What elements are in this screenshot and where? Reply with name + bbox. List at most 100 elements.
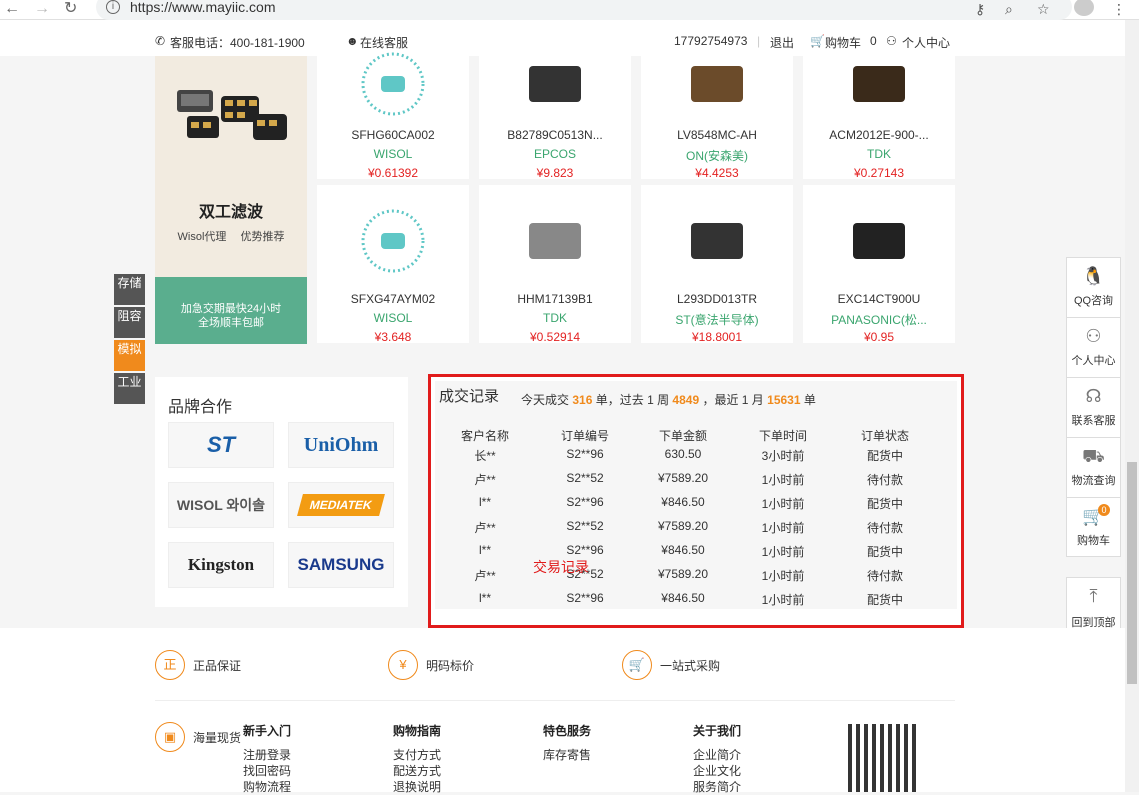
product-model: SFHG60CA002 bbox=[351, 128, 435, 142]
footer-column-title: 关于我们 bbox=[693, 724, 742, 738]
headset-icon: ☊ bbox=[1085, 386, 1102, 406]
promo-banner[interactable]: 加急交期最快24小时 全场顺丰包邮 bbox=[155, 277, 307, 344]
product-card[interactable]: ACM2012E-900-... TDK ¥0.27143 bbox=[803, 56, 955, 180]
deal-stats: 今天成交 316 单，过去 1 周 4849 ，最近 1 月 15631 单 bbox=[521, 391, 816, 408]
product-brand: TDK bbox=[867, 147, 891, 161]
float-qq-button[interactable]: 🐧 QQ咨询 bbox=[1066, 257, 1121, 317]
column-header: 订单编号 bbox=[560, 429, 609, 443]
column-header: 客户名称 bbox=[460, 429, 509, 443]
product-model: SFXG47AYM02 bbox=[350, 292, 436, 306]
brand-logo-text: Kingston bbox=[187, 555, 255, 574]
cart-link[interactable]: 购物车 bbox=[825, 34, 861, 51]
menu-icon[interactable]: ⋮ bbox=[1112, 0, 1126, 18]
product-card[interactable]: HHM17139B1 TDK ¥0.52914 bbox=[479, 185, 631, 344]
float-user-button[interactable]: ⚇ 个人中心 bbox=[1066, 317, 1121, 377]
deal-cell: 长** bbox=[474, 449, 496, 463]
footer-link[interactable]: 企业简介 bbox=[693, 747, 741, 763]
product-model: B82789C0513N... bbox=[507, 128, 603, 142]
product-card[interactable]: B82789C0513N... EPCOS ¥9.823 bbox=[479, 56, 631, 180]
profile-avatar[interactable] bbox=[1074, 0, 1094, 16]
stat-label: 单，过去 1 周 bbox=[595, 393, 670, 407]
brand-logo-kingston[interactable]: Kingston bbox=[168, 542, 274, 588]
side-tab-passive[interactable]: 阻容 bbox=[114, 307, 145, 338]
side-tab-analog[interactable]: 模拟 bbox=[114, 340, 145, 371]
forward-icon[interactable]: → bbox=[34, 0, 50, 18]
deal-row: 长** S2**96 630.50 3小时前 配货中 bbox=[435, 447, 957, 467]
brand-logo-mediatek[interactable]: MEDIATEK bbox=[288, 482, 394, 528]
footer-link[interactable]: 支付方式 bbox=[393, 747, 441, 763]
product-brand: EPCOS bbox=[533, 147, 576, 161]
deal-row: 卢** S2**52 ¥7589.20 1小时前 待付款 bbox=[435, 567, 957, 587]
info-icon[interactable]: i bbox=[106, 0, 120, 14]
product-card[interactable]: L293DD013TR ST(意法半导体) ¥18.8001 bbox=[641, 185, 793, 344]
deal-cell: l** bbox=[478, 543, 491, 557]
product-card[interactable]: SFXG47AYM02 WISOL ¥3.648 bbox=[317, 185, 469, 344]
product-image bbox=[361, 52, 425, 116]
product-price: ¥0.52914 bbox=[529, 330, 581, 344]
deal-cell: S2**96 bbox=[566, 495, 604, 509]
guarantee-onestop: 🛒 一站式采购 bbox=[622, 650, 720, 680]
product-card[interactable]: EXC14CT900U PANASONIC(松... ¥0.95 bbox=[803, 185, 955, 344]
key-icon[interactable]: ⚷ bbox=[975, 0, 985, 18]
cart-badge: 0 bbox=[1098, 504, 1110, 516]
back-icon[interactable]: ← bbox=[4, 0, 20, 18]
brand-partners-title: 品牌合作 bbox=[168, 399, 233, 416]
address-bar[interactable]: i https://www.mayiic.com bbox=[96, 0, 1072, 20]
page-scrollbar[interactable] bbox=[1125, 20, 1139, 792]
brand-logo-samsung[interactable]: SAMSUNG bbox=[288, 542, 394, 588]
product-card[interactable]: LV8548MC-AH ON(安森美) ¥4.4253 bbox=[641, 56, 793, 180]
footer-column: 特色服务 库存寄售 bbox=[543, 723, 591, 763]
online-service-link[interactable]: 在线客服 bbox=[360, 34, 408, 51]
phone-icon: ✆ bbox=[155, 34, 166, 48]
footer-column-title: 新手入门 bbox=[243, 724, 292, 738]
guarantee-label: 海量现货 bbox=[193, 730, 242, 745]
brand-logo-text: MEDIATEK bbox=[297, 494, 385, 516]
browser-toolbar: ← → ↻ i https://www.mayiic.com ⚷ ⌕ ☆ ⋮ bbox=[0, 0, 1139, 20]
promo-line: 加急交期最快24小时 bbox=[180, 303, 282, 315]
footer-link[interactable]: 退换说明 bbox=[393, 779, 441, 795]
footer-link[interactable]: 注册登录 bbox=[243, 747, 291, 763]
stat-label: ，最近 1 月 bbox=[702, 393, 764, 407]
side-tab-storage[interactable]: 存储 bbox=[114, 274, 145, 305]
user-center-link[interactable]: 个人中心 bbox=[902, 34, 950, 51]
deal-cell: l** bbox=[478, 495, 491, 509]
box-icon: ▣ bbox=[155, 722, 185, 752]
divider: | bbox=[757, 34, 761, 48]
truck-icon: ⛟ bbox=[1082, 446, 1105, 466]
product-price: ¥0.95 bbox=[863, 330, 895, 344]
footer-link[interactable]: 库存寄售 bbox=[543, 747, 591, 763]
deal-cell: ¥846.50 bbox=[661, 495, 705, 509]
footer-link[interactable]: 服务简介 bbox=[693, 779, 741, 795]
side-tab-industrial[interactable]: 工业 bbox=[114, 373, 145, 404]
deal-cell: 待付款 bbox=[866, 521, 903, 535]
brand-logo-uniohm[interactable]: UniOhm bbox=[288, 422, 394, 468]
footer-link[interactable]: 购物流程 bbox=[243, 779, 291, 795]
week-count: 4849 bbox=[672, 393, 700, 407]
scrollbar-thumb[interactable] bbox=[1127, 462, 1137, 684]
reload-icon[interactable]: ↻ bbox=[64, 0, 77, 18]
footer-link[interactable]: 找回密码 bbox=[243, 763, 291, 779]
zoom-icon[interactable]: ⌕ bbox=[1005, 0, 1013, 18]
deal-table-header: 客户名称 订单编号 下单金额 下单时间 订单状态 bbox=[435, 427, 957, 447]
chat-icon: ☻ bbox=[346, 34, 359, 48]
float-label: 联系客服 bbox=[1071, 415, 1116, 427]
footer-link[interactable]: 企业文化 bbox=[693, 763, 741, 779]
stat-label: 单 bbox=[803, 393, 816, 407]
float-cart-button[interactable]: 🛒 购物车 0 bbox=[1066, 497, 1121, 557]
star-icon[interactable]: ☆ bbox=[1037, 0, 1050, 18]
duplexer-banner[interactable]: 双工滤波 Wisol代理 优势推荐 加急交期最快24小时 全场顺丰包邮 bbox=[155, 56, 307, 344]
float-truck-button[interactable]: ⛟ 物流查询 bbox=[1066, 437, 1121, 497]
brand-logo-wisol[interactable]: WISOL 와이솔 bbox=[168, 482, 274, 528]
logout-link[interactable]: 退出 bbox=[770, 34, 794, 51]
category-side-tabs: 存储 阻容 模拟 工业 bbox=[114, 274, 145, 406]
product-card[interactable]: SFHG60CA002 WISOL ¥0.61392 bbox=[317, 52, 469, 180]
deal-records-title: 成交记录 bbox=[439, 388, 500, 405]
brand-logo-st[interactable]: ST bbox=[168, 422, 274, 468]
account-name[interactable]: 17792754973 bbox=[674, 34, 747, 48]
deal-row: l** S2**96 ¥846.50 1小时前 配货中 bbox=[435, 591, 957, 611]
deal-cell: 1小时前 bbox=[761, 473, 805, 487]
footer-column-title: 特色服务 bbox=[543, 724, 592, 738]
banner-subtitle: Wisol代理 优势推荐 bbox=[177, 231, 285, 243]
footer-link[interactable]: 配送方式 bbox=[393, 763, 441, 779]
float-headset-button[interactable]: ☊ 联系客服 bbox=[1066, 377, 1121, 437]
